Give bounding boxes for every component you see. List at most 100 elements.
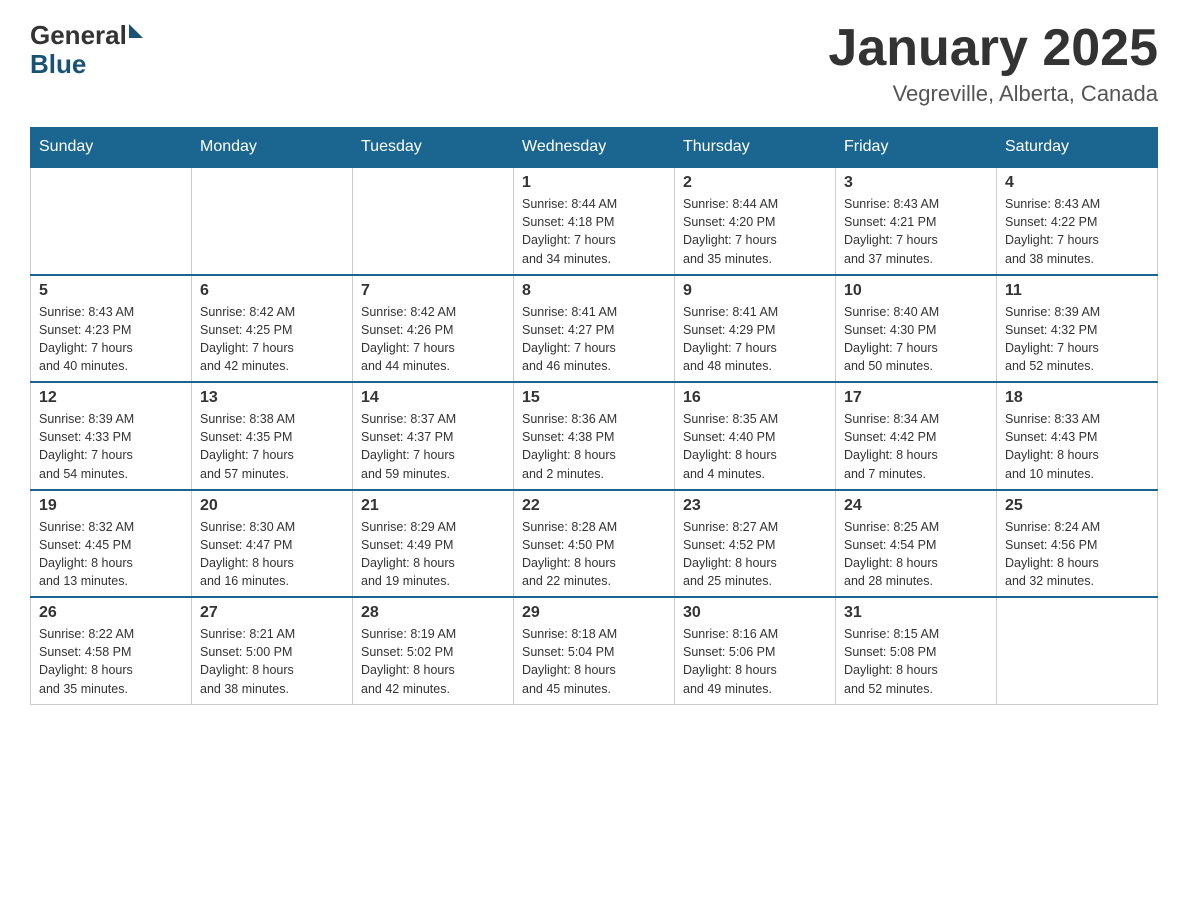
calendar-cell: 4 Sunrise: 8:43 AM Sunset: 4:22 PM Daylig… [997,167,1158,275]
day-number: 20 [200,497,344,515]
week-row-2: 5 Sunrise: 8:43 AM Sunset: 4:23 PM Daylig… [31,275,1158,383]
calendar-cell: 25 Sunrise: 8:24 AM Sunset: 4:56 PM Dayli… [997,490,1158,598]
logo-arrow-icon [129,24,143,38]
day-number: 18 [1005,389,1149,407]
day-number: 22 [522,497,666,515]
calendar-cell: 17 Sunrise: 8:34 AM Sunset: 4:42 PM Dayli… [836,382,997,490]
day-info: Sunrise: 8:41 AM Sunset: 4:27 PM Dayligh… [522,303,666,376]
calendar-cell: 2 Sunrise: 8:44 AM Sunset: 4:20 PM Daylig… [675,167,836,275]
week-row-1: 1Sunrise: 8:44 AM Sunset: 4:18 PM Daylig… [31,167,1158,275]
calendar-cell: 29Sunrise: 8:18 AM Sunset: 5:04 PM Dayli… [514,597,675,704]
day-info: Sunrise: 8:33 AM Sunset: 4:43 PM Dayligh… [1005,410,1149,483]
day-number: 30 [683,604,827,622]
calendar-cell: 30Sunrise: 8:16 AM Sunset: 5:06 PM Dayli… [675,597,836,704]
title-section: January 2025 Vegreville, Alberta, Canada [828,20,1158,107]
day-number: 15 [522,389,666,407]
day-number: 9 [683,282,827,300]
calendar-header-friday: Friday [836,128,997,168]
calendar-cell: 8 Sunrise: 8:41 AM Sunset: 4:27 PM Daylig… [514,275,675,383]
day-number: 23 [683,497,827,515]
day-info: Sunrise: 8:18 AM Sunset: 5:04 PM Dayligh… [522,625,666,698]
day-info: Sunrise: 8:19 AM Sunset: 5:02 PM Dayligh… [361,625,505,698]
day-info: Sunrise: 8:15 AM Sunset: 5:08 PM Dayligh… [844,625,988,698]
day-number: 24 [844,497,988,515]
day-info: Sunrise: 8:35 AM Sunset: 4:40 PM Dayligh… [683,410,827,483]
day-number: 12 [39,389,183,407]
calendar-header-saturday: Saturday [997,128,1158,168]
day-info: Sunrise: 8:40 AM Sunset: 4:30 PM Dayligh… [844,303,988,376]
logo-general-text: General [30,20,127,51]
calendar-cell: 11 Sunrise: 8:39 AM Sunset: 4:32 PM Dayli… [997,275,1158,383]
day-info: Sunrise: 8:42 AM Sunset: 4:26 PM Dayligh… [361,303,505,376]
day-number: 5 [39,282,183,300]
calendar-cell: 3 Sunrise: 8:43 AM Sunset: 4:21 PM Daylig… [836,167,997,275]
day-number: 27 [200,604,344,622]
calendar-cell: 26Sunrise: 8:22 AM Sunset: 4:58 PM Dayli… [31,597,192,704]
day-info: Sunrise: 8:42 AM Sunset: 4:25 PM Dayligh… [200,303,344,376]
calendar-cell: 31 Sunrise: 8:15 AM Sunset: 5:08 PM Dayli… [836,597,997,704]
week-row-4: 19Sunrise: 8:32 AM Sunset: 4:45 PM Dayli… [31,490,1158,598]
day-number: 10 [844,282,988,300]
day-info: Sunrise: 8:25 AM Sunset: 4:54 PM Dayligh… [844,518,988,591]
calendar-table: SundayMondayTuesdayWednesdayThursdayFrid… [30,127,1158,705]
day-number: 3 [844,174,988,192]
day-number: 13 [200,389,344,407]
day-info: Sunrise: 8:32 AM Sunset: 4:45 PM Dayligh… [39,518,183,591]
calendar-cell: 15 Sunrise: 8:36 AM Sunset: 4:38 PM Dayli… [514,382,675,490]
day-number: 2 [683,174,827,192]
day-info: Sunrise: 8:37 AM Sunset: 4:37 PM Dayligh… [361,410,505,483]
day-info: Sunrise: 8:34 AM Sunset: 4:42 PM Dayligh… [844,410,988,483]
calendar-cell: 7 Sunrise: 8:42 AM Sunset: 4:26 PM Daylig… [353,275,514,383]
calendar-cell [353,167,514,275]
day-info: Sunrise: 8:27 AM Sunset: 4:52 PM Dayligh… [683,518,827,591]
calendar-cell [31,167,192,275]
calendar-cell: 5 Sunrise: 8:43 AM Sunset: 4:23 PM Daylig… [31,275,192,383]
calendar-cell [192,167,353,275]
day-info: Sunrise: 8:43 AM Sunset: 4:23 PM Dayligh… [39,303,183,376]
calendar-cell [997,597,1158,704]
month-title: January 2025 [828,20,1158,77]
calendar-cell: 18 Sunrise: 8:33 AM Sunset: 4:43 PM Dayli… [997,382,1158,490]
calendar-header-sunday: Sunday [31,128,192,168]
calendar-cell: 6Sunrise: 8:42 AM Sunset: 4:25 PM Daylig… [192,275,353,383]
calendar-cell: 20 Sunrise: 8:30 AM Sunset: 4:47 PM Dayli… [192,490,353,598]
day-number: 31 [844,604,988,622]
day-info: Sunrise: 8:38 AM Sunset: 4:35 PM Dayligh… [200,410,344,483]
calendar-cell: 28Sunrise: 8:19 AM Sunset: 5:02 PM Dayli… [353,597,514,704]
day-info: Sunrise: 8:39 AM Sunset: 4:32 PM Dayligh… [1005,303,1149,376]
day-info: Sunrise: 8:28 AM Sunset: 4:50 PM Dayligh… [522,518,666,591]
calendar-cell: 13 Sunrise: 8:38 AM Sunset: 4:35 PM Dayli… [192,382,353,490]
day-number: 25 [1005,497,1149,515]
page-header: General Blue January 2025 Vegreville, Al… [30,20,1158,107]
week-row-3: 12 Sunrise: 8:39 AM Sunset: 4:33 PM Dayli… [31,382,1158,490]
day-info: Sunrise: 8:44 AM Sunset: 4:20 PM Dayligh… [683,195,827,268]
calendar-header-monday: Monday [192,128,353,168]
day-number: 11 [1005,282,1149,300]
calendar-header-thursday: Thursday [675,128,836,168]
day-info: Sunrise: 8:36 AM Sunset: 4:38 PM Dayligh… [522,410,666,483]
logo-blue-text: Blue [30,49,143,80]
day-number: 7 [361,282,505,300]
calendar-cell: 24 Sunrise: 8:25 AM Sunset: 4:54 PM Dayli… [836,490,997,598]
calendar-cell: 14 Sunrise: 8:37 AM Sunset: 4:37 PM Dayli… [353,382,514,490]
calendar-header-tuesday: Tuesday [353,128,514,168]
day-number: 26 [39,604,183,622]
day-number: 8 [522,282,666,300]
calendar-cell: 16 Sunrise: 8:35 AM Sunset: 4:40 PM Dayli… [675,382,836,490]
day-info: Sunrise: 8:30 AM Sunset: 4:47 PM Dayligh… [200,518,344,591]
day-info: Sunrise: 8:43 AM Sunset: 4:21 PM Dayligh… [844,195,988,268]
day-info: Sunrise: 8:39 AM Sunset: 4:33 PM Dayligh… [39,410,183,483]
calendar-header-row: SundayMondayTuesdayWednesdayThursdayFrid… [31,128,1158,168]
day-info: Sunrise: 8:24 AM Sunset: 4:56 PM Dayligh… [1005,518,1149,591]
day-number: 4 [1005,174,1149,192]
day-info: Sunrise: 8:43 AM Sunset: 4:22 PM Dayligh… [1005,195,1149,268]
day-number: 14 [361,389,505,407]
day-number: 17 [844,389,988,407]
day-number: 21 [361,497,505,515]
calendar-cell: 21Sunrise: 8:29 AM Sunset: 4:49 PM Dayli… [353,490,514,598]
logo: General Blue [30,20,143,80]
day-info: Sunrise: 8:21 AM Sunset: 5:00 PM Dayligh… [200,625,344,698]
calendar-cell: 27 Sunrise: 8:21 AM Sunset: 5:00 PM Dayli… [192,597,353,704]
day-number: 16 [683,389,827,407]
day-info: Sunrise: 8:44 AM Sunset: 4:18 PM Dayligh… [522,195,666,268]
